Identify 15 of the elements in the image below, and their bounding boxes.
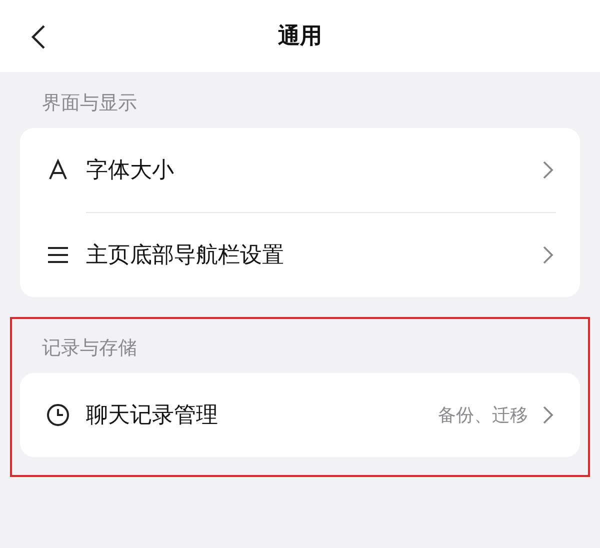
clock-icon [46, 403, 70, 427]
settings-row[interactable]: 主页底部导航栏设置 [20, 213, 580, 297]
font-size-icon [46, 158, 70, 182]
chevron-icon [542, 160, 554, 180]
settings-row[interactable]: 聊天记录管理 备份、迁移 [20, 373, 580, 457]
row-value: 备份、迁移 [438, 404, 528, 427]
section-title: 界面与显示 [41, 91, 138, 116]
row-label: 主页底部导航栏设置 [86, 242, 285, 270]
page-title: 通用 [278, 23, 322, 51]
chevron-icon [542, 405, 554, 425]
section-title: 记录与存储 [41, 336, 138, 361]
row-label: 字体大小 [86, 157, 175, 185]
settings-row[interactable]: 字体大小 [20, 128, 580, 212]
chevron-icon [542, 245, 554, 265]
row-label: 聊天记录管理 [86, 402, 219, 430]
